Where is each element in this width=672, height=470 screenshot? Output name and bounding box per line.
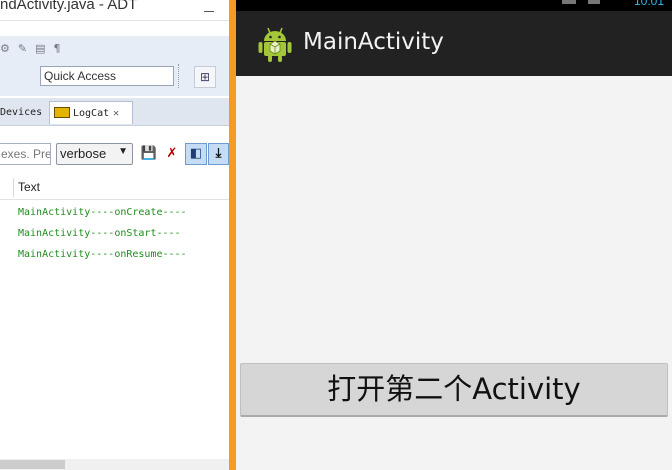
table-row[interactable]: MainActivity----onStart---- [18, 223, 187, 244]
column-header-text[interactable]: Text [18, 180, 40, 194]
clear-log-icon[interactable]: ✗ [163, 144, 181, 164]
logcat-toolbar: exes. Pre verbose ▼ 💾 ✗ ◧ ⤓ [0, 143, 229, 167]
view-tab-bar: Devices LogCat ✕ [0, 98, 229, 126]
log-rows: MainActivity----onCreate---- MainActivit… [18, 202, 187, 265]
log-level-select[interactable]: verbose ▼ [56, 143, 133, 165]
window-title: ndActivity.java - ADT [0, 0, 138, 13]
minimize-icon[interactable] [204, 0, 214, 12]
scroll-lock-icon[interactable]: ⤓ [208, 143, 229, 165]
quick-access-input[interactable]: Quick Access [40, 66, 174, 86]
title-bar: ndActivity.java - ADT [0, 0, 229, 21]
toolbar-icons[interactable]: ⚙✎▤¶ [0, 42, 68, 55]
log-table-header: Text [0, 176, 229, 200]
status-bar: 10:01 [236, 0, 672, 11]
column-divider[interactable] [13, 178, 14, 197]
tab-logcat[interactable]: LogCat ✕ [49, 101, 133, 124]
tab-logcat-label: LogCat [73, 108, 110, 119]
toolbar-separator [178, 64, 181, 88]
chevron-down-icon: ▼ [118, 146, 128, 157]
open-second-activity-button[interactable]: 打开第二个Activity [240, 363, 668, 417]
tab-devices-label: Devices [0, 107, 43, 118]
android-screen: 10:01 MainActivity 打开第二个Activity [236, 0, 672, 470]
logcat-icon [54, 106, 70, 118]
toggle-panel-icon[interactable]: ◧ [185, 143, 207, 165]
app-title: MainActivity [303, 29, 444, 55]
log-level-value: verbose [60, 146, 107, 161]
scrollbar-thumb[interactable] [0, 460, 65, 469]
save-icon[interactable]: 💾 [140, 144, 158, 164]
status-time: 10:01 [633, 0, 664, 8]
search-filter-input[interactable]: exes. Pre [0, 143, 51, 165]
window-divider [229, 0, 236, 470]
close-icon[interactable]: ✕ [113, 108, 119, 119]
horizontal-scrollbar[interactable] [0, 459, 229, 470]
table-row[interactable]: MainActivity----onCreate---- [18, 202, 187, 223]
table-row[interactable]: MainActivity----onResume---- [18, 244, 187, 265]
action-bar: MainActivity [236, 11, 672, 76]
battery-icon [588, 0, 600, 4]
android-app-icon [258, 27, 292, 62]
open-perspective-icon[interactable]: ⊞ [194, 66, 216, 88]
tab-devices[interactable]: Devices [0, 101, 42, 124]
signal-icon [562, 0, 576, 4]
eclipse-window: ndActivity.java - ADT ⚙✎▤¶ Quick Access … [0, 0, 229, 470]
